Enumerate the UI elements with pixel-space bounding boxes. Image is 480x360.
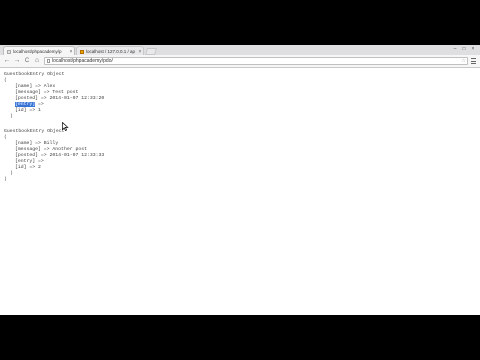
browser-window: localhost/phpacademy/p × localhost / 127… [0, 45, 480, 315]
maximize-icon[interactable]: □ [461, 46, 467, 52]
menu-icon[interactable] [471, 58, 476, 64]
field-message: [message] => Test post [15, 90, 79, 95]
object-class-line: GuestbookEntry Object [4, 72, 65, 77]
page-icon [7, 49, 11, 54]
tab-title: localhost / 127.0.0.1 / ap [86, 49, 136, 54]
phpmyadmin-icon [80, 49, 84, 54]
forward-icon[interactable]: → [13, 57, 21, 65]
url-text[interactable]: localhost/phpacademy/pdo/ [52, 58, 460, 64]
field-posted: [posted] => 2014-01-07 12:33:33 [15, 153, 105, 158]
field-posted: [posted] => 2014-01-07 12:33:20 [15, 96, 105, 101]
field-id: [id] => 2 [15, 165, 41, 170]
address-bar[interactable]: localhost/phpacademy/pdo/ ☆ [44, 57, 468, 65]
back-icon[interactable]: ← [3, 57, 11, 65]
field-entry: [entry] => [15, 102, 44, 107]
selected-text[interactable]: [entry] [15, 102, 36, 107]
object-open-paren: ( [4, 78, 7, 83]
page-icon [47, 59, 50, 63]
object-close-paren: ) [10, 171, 13, 176]
page-content: GuestbookEntry Object ( [name] => Alex [… [0, 68, 480, 315]
new-tab-button[interactable] [145, 48, 157, 55]
tab-close-icon[interactable]: × [137, 49, 143, 55]
tab-title: localhost/phpacademy/p [13, 49, 62, 54]
reload-icon[interactable]: C [23, 57, 31, 65]
object-class-line: GuestbookEntry Object [4, 129, 65, 134]
tab-strip: localhost/phpacademy/p × localhost / 127… [0, 45, 480, 56]
field-name: [name] => Alex [15, 84, 56, 89]
field-name: [name] => Billy [15, 141, 59, 146]
object-close-paren: ) [10, 114, 13, 119]
window-controls: – □ × [452, 46, 476, 52]
bookmark-star-icon[interactable]: ☆ [460, 58, 467, 64]
object-open-paren: ( [4, 135, 7, 140]
home-icon[interactable]: ⌂ [33, 57, 41, 65]
field-entry: [entry] => [15, 159, 44, 164]
outer-close-paren: ) [4, 177, 7, 182]
close-window-icon[interactable]: × [470, 46, 476, 52]
mouse-cursor-icon [62, 118, 69, 136]
tab-close-icon[interactable]: × [68, 49, 74, 55]
browser-toolbar: ← → C ⌂ localhost/phpacademy/pdo/ ☆ [0, 55, 480, 68]
field-id: [id] => 1 [15, 108, 41, 113]
field-message: [message] => Another post [15, 147, 87, 152]
minimize-icon[interactable]: – [452, 46, 458, 52]
